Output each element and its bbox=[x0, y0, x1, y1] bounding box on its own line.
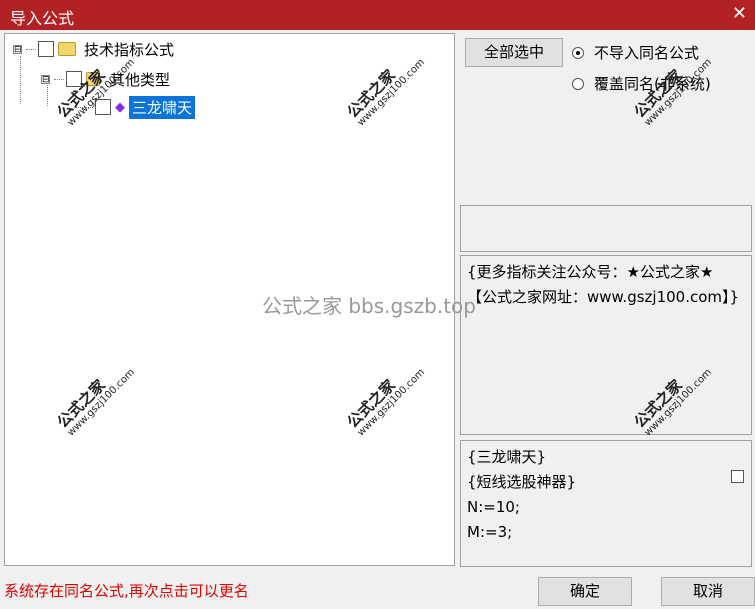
code-line: {三龙啸天} bbox=[467, 448, 547, 466]
code-line: N:=10; bbox=[467, 498, 520, 516]
code-line: {短线选股神器} bbox=[467, 473, 577, 491]
tree-node-label-selected: 三龙啸天 bbox=[129, 95, 196, 119]
description-text: {更多指标关注公众号：★公式之家★ 【公式之家网址：www.gszj100.co… bbox=[467, 263, 740, 306]
title-bar: 导入公式 ✕ bbox=[0, 0, 755, 30]
description-panel: {更多指标关注公众号：★公式之家★ 【公式之家网址：www.gszj100.co… bbox=[460, 255, 752, 435]
radio-selected-icon[interactable] bbox=[572, 46, 584, 59]
select-all-button[interactable]: 全部选中 bbox=[465, 38, 563, 67]
ok-button[interactable]: 确定 bbox=[538, 577, 632, 606]
cancel-button[interactable]: 取消 bbox=[661, 577, 755, 606]
root-checkbox[interactable] bbox=[38, 41, 54, 57]
radio-unselected-icon[interactable] bbox=[572, 77, 584, 90]
status-message: 系统存在同名公式,再次点击可以更名 bbox=[4, 582, 249, 600]
collapse-icon[interactable]: ⊟ bbox=[13, 44, 22, 54]
window-title: 导入公式 bbox=[10, 9, 75, 28]
radio-skip-same-name[interactable]: 不导入同名公式 bbox=[572, 42, 699, 63]
collapse-icon[interactable]: ⊟ bbox=[41, 74, 50, 84]
formula-icon: ◆ bbox=[115, 99, 125, 115]
formula-code-panel[interactable]: {三龙啸天} {短线选股神器} N:=10; M:=3; bbox=[460, 440, 752, 567]
code-block: {三龙啸天} {短线选股神器} N:=10; M:=3; bbox=[467, 445, 576, 545]
code-line: M:=3; bbox=[467, 523, 513, 541]
code-checkbox[interactable] bbox=[731, 470, 744, 483]
tree-node-root[interactable]: ⊟ 技术指标公式 bbox=[13, 38, 174, 60]
empty-info-panel bbox=[460, 205, 752, 252]
folder-icon bbox=[58, 42, 76, 56]
center-watermark: 公式之家 bbs.gszb.top bbox=[262, 294, 476, 318]
close-icon[interactable]: ✕ bbox=[732, 3, 747, 24]
